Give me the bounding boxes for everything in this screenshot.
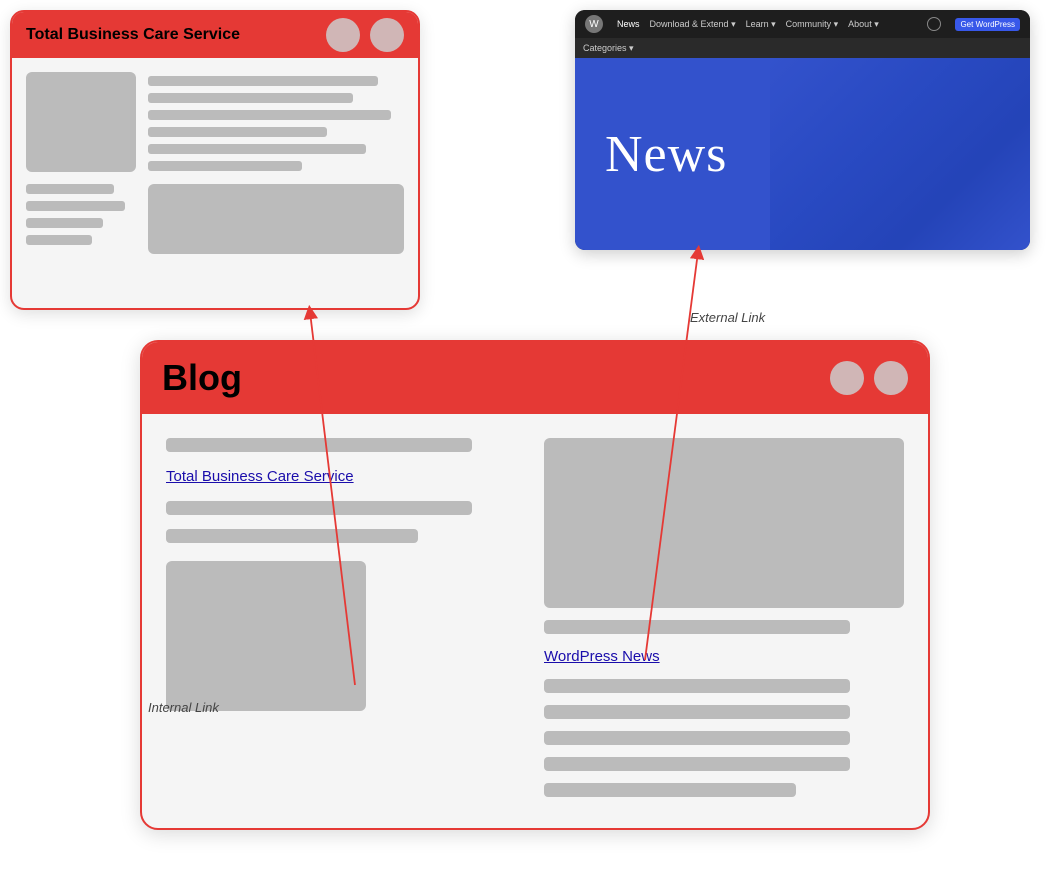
blog-thumbnail-right [544, 438, 904, 608]
tbcs-bottom-left [26, 184, 136, 254]
wp-nav-learn[interactable]: Learn ▾ [746, 19, 776, 30]
blog-window-controls [830, 361, 908, 395]
tbcs-line-1 [148, 76, 378, 86]
tbcs-window: Total Business Care Service [10, 10, 420, 310]
tbcs-bline-4 [26, 235, 92, 245]
tbcs-line-5 [148, 144, 366, 154]
blog-body: Total Business Care Service WordPress Ne… [142, 414, 928, 828]
wp-nav-community[interactable]: Community ▾ [786, 19, 839, 30]
blog-left-column: Total Business Care Service [166, 438, 526, 804]
blog-title: Blog [162, 357, 242, 399]
blog-internal-link[interactable]: Total Business Care Service [166, 468, 526, 485]
tbcs-title: Total Business Care Service [26, 26, 240, 44]
tbcs-body [12, 58, 418, 268]
wp-nav-news[interactable]: News [617, 19, 640, 29]
blog-bar-1 [166, 438, 472, 452]
tbcs-bottom-text [26, 184, 136, 245]
blog-btn-minimize[interactable] [830, 361, 864, 395]
blog-thumbnail-left [166, 561, 366, 711]
blog-btn-close[interactable] [874, 361, 908, 395]
blog-external-link[interactable]: WordPress News [544, 648, 904, 665]
wp-hero-section: News [575, 58, 1030, 250]
wp-get-button[interactable]: Get WordPress [955, 18, 1020, 31]
tbcs-bline-3 [26, 218, 103, 228]
tbcs-bottom-right [148, 184, 404, 254]
external-link-label-right: External Link [690, 310, 765, 325]
wp-nav: News Download & Extend ▾ Learn ▾ Communi… [617, 19, 879, 30]
blog-rbar-4 [544, 731, 850, 745]
wp-categories-label[interactable]: Categories ▾ [583, 43, 634, 54]
blog-right-column: WordPress News [544, 438, 904, 804]
tbcs-bline-2 [26, 201, 125, 211]
search-icon[interactable] [927, 17, 941, 31]
blog-bar-3 [166, 529, 418, 543]
tbcs-line-6 [148, 161, 302, 171]
tbcs-window-controls [326, 18, 404, 52]
blog-rbar-1 [544, 620, 850, 634]
tbcs-text-lines [148, 76, 404, 172]
wp-hero-title: News [605, 125, 727, 184]
blog-rbar-5 [544, 757, 850, 771]
tbcs-line-2 [148, 93, 353, 103]
tbcs-bline-1 [26, 184, 114, 194]
blog-window: Blog Total Business Care Service WordPre… [140, 340, 930, 830]
blog-titlebar: Blog [142, 342, 928, 414]
tbcs-btn-minimize[interactable] [326, 18, 360, 52]
blog-bar-2 [166, 501, 472, 515]
wp-categories-bar: Categories ▾ [575, 38, 1030, 58]
tbcs-titlebar: Total Business Care Service [12, 12, 418, 58]
wp-topbar: W News Download & Extend ▾ Learn ▾ Commu… [575, 10, 1030, 38]
tbcs-line-4 [148, 127, 327, 137]
tbcs-line-3 [148, 110, 391, 120]
wp-logo: W [585, 15, 603, 33]
wp-window: W News Download & Extend ▾ Learn ▾ Commu… [575, 10, 1030, 250]
blog-rbar-6 [544, 783, 796, 797]
wp-nav-about[interactable]: About ▾ [848, 19, 879, 30]
tbcs-image-placeholder [26, 72, 136, 172]
internal-link-label-left: Internal Link [148, 700, 219, 715]
wp-nav-download[interactable]: Download & Extend ▾ [650, 19, 736, 30]
tbcs-btn-close[interactable] [370, 18, 404, 52]
blog-rbar-2 [544, 679, 850, 693]
tbcs-image2-placeholder [148, 184, 404, 254]
wp-hero-image [770, 58, 1030, 250]
blog-rbar-3 [544, 705, 850, 719]
